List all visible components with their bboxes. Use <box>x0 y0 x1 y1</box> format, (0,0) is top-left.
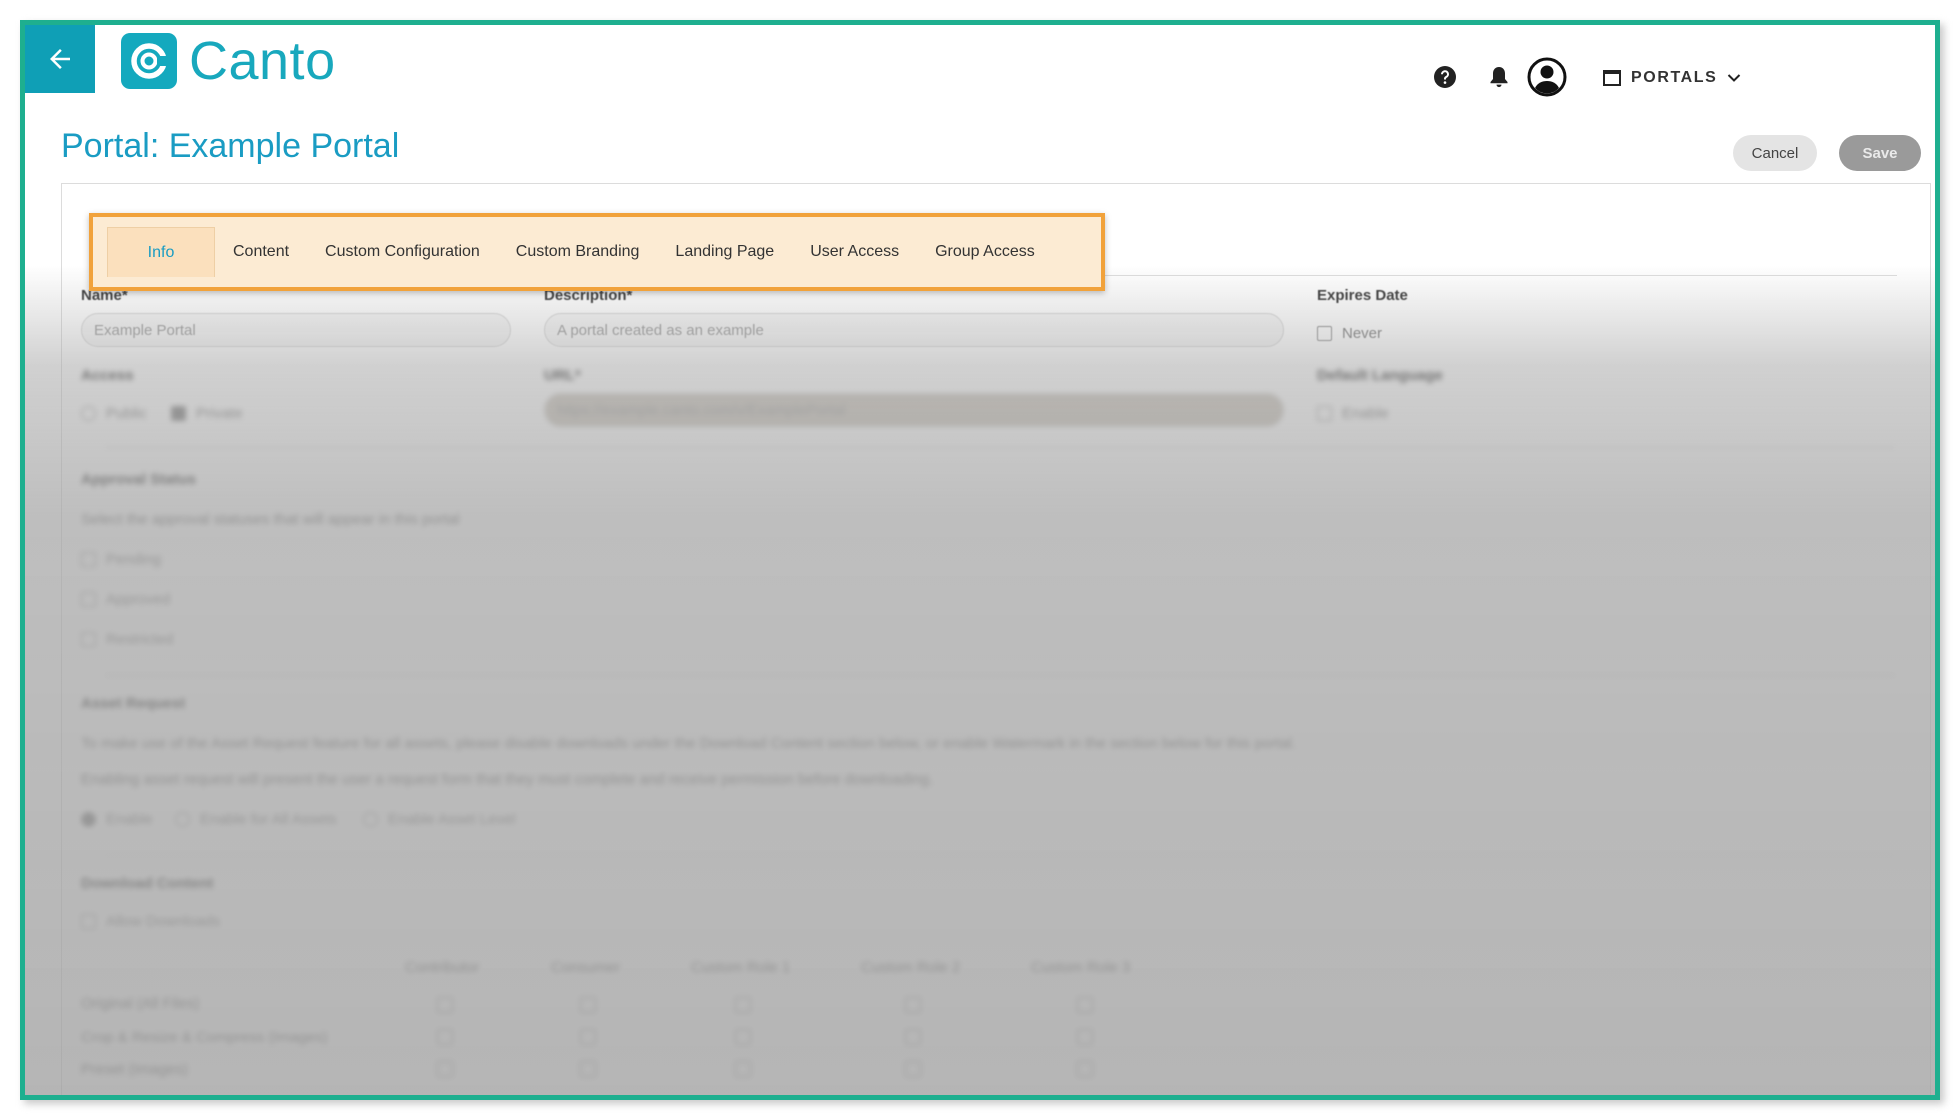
expires-never-label: Never <box>1342 325 1383 342</box>
download-column-header: Custom Role 1 <box>691 959 791 976</box>
radio-selected-icon <box>81 812 96 827</box>
radio-icon <box>175 812 190 827</box>
default-language-label: Default Language <box>1317 367 1443 384</box>
download-column-header: Custom Role 3 <box>1031 959 1131 976</box>
download-permission-checkbox[interactable] <box>1077 1061 1093 1077</box>
section-divider <box>105 675 1895 676</box>
portals-dropdown[interactable]: PORTALS <box>1603 65 1741 91</box>
checkbox-icon <box>1317 326 1332 341</box>
download-permission-checkbox[interactable] <box>437 1029 453 1045</box>
download-permission-checkbox[interactable] <box>580 997 596 1013</box>
download-permission-checkbox[interactable] <box>735 1029 751 1045</box>
download-permission-checkbox[interactable] <box>580 1061 596 1077</box>
download-permission-checkbox[interactable] <box>735 1061 751 1077</box>
default-language-option: Enable <box>1342 405 1389 422</box>
allow-downloads-label: Allow Downloads <box>106 913 221 930</box>
approval-option-label: Approved <box>106 591 171 608</box>
user-avatar-button[interactable] <box>1525 55 1569 99</box>
asset-request-enable-radio[interactable]: Enable <box>81 811 153 828</box>
checkbox-icon <box>1317 406 1332 421</box>
checkbox-icon <box>81 592 96 607</box>
download-row-label: Preset (Images) <box>81 1061 188 1078</box>
portals-label: PORTALS <box>1631 69 1718 86</box>
approval-option-label: Pending <box>106 551 162 568</box>
download-row-label: Original (All Files) <box>81 995 200 1012</box>
default-language-checkbox[interactable]: Enable <box>1317 405 1389 422</box>
user-avatar-icon <box>1527 57 1567 97</box>
approval-pending-checkbox[interactable]: Pending <box>81 551 161 568</box>
canto-logo: Canto <box>121 33 336 89</box>
checkbox-icon <box>81 914 96 929</box>
window-icon <box>1603 70 1621 86</box>
access-public-radio[interactable]: Public <box>81 405 147 422</box>
asset-request-option-label: Enable Asset Level <box>388 811 516 828</box>
portal-tabs: Info Content Custom Configuration Custom… <box>107 227 1053 277</box>
tab-content[interactable]: Content <box>215 227 307 277</box>
tab-user-access[interactable]: User Access <box>792 227 917 277</box>
asset-request-all-radio[interactable]: Enable for All Assets <box>175 811 337 828</box>
radio-icon <box>81 406 96 421</box>
url-input[interactable]: https://example.canto.com/v/ExamplePorta… <box>544 393 1284 427</box>
download-permission-checkbox[interactable] <box>580 1029 596 1045</box>
tab-custom-configuration[interactable]: Custom Configuration <box>307 227 498 277</box>
access-private-radio[interactable]: Private <box>171 405 243 422</box>
help-button[interactable] <box>1429 61 1461 93</box>
radio-selected-icon <box>171 406 186 421</box>
back-button[interactable] <box>25 25 95 93</box>
download-permission-checkbox[interactable] <box>1077 997 1093 1013</box>
access-public-label: Public <box>106 405 147 422</box>
url-label: URL* <box>544 367 581 384</box>
download-content-label: Download Content <box>81 875 214 892</box>
download-column-header: Contributor <box>405 959 480 976</box>
download-permission-checkbox[interactable] <box>1077 1029 1093 1045</box>
tab-landing-page[interactable]: Landing Page <box>657 227 792 277</box>
download-column-header: Custom Role 2 <box>861 959 961 976</box>
app-window: Canto PORTALS Portal: Example Portal Can… <box>20 20 1940 1100</box>
arrow-left-icon <box>50 49 70 69</box>
download-permission-checkbox[interactable] <box>905 1029 921 1045</box>
checkbox-icon <box>81 552 96 567</box>
description-input[interactable]: A portal created as an example <box>544 313 1284 347</box>
logo-text: Canto <box>189 31 336 91</box>
download-permission-checkbox[interactable] <box>905 997 921 1013</box>
save-button[interactable]: Save <box>1839 135 1921 171</box>
expires-never-checkbox[interactable]: Never <box>1317 325 1382 342</box>
tab-info[interactable]: Info <box>107 227 215 277</box>
access-label: Access <box>81 367 134 384</box>
access-private-label: Private <box>196 405 243 422</box>
tab-group-access[interactable]: Group Access <box>917 227 1053 277</box>
approval-approved-checkbox[interactable]: Approved <box>81 591 170 608</box>
asset-request-level-radio[interactable]: Enable Asset Level <box>363 811 516 828</box>
download-column-header: Consumer <box>551 959 621 976</box>
notifications-button[interactable] <box>1483 61 1515 93</box>
asset-request-option-label: Enable for All Assets <box>200 811 337 828</box>
name-input[interactable]: Example Portal <box>81 313 511 347</box>
approval-status-label: Approval Status <box>81 471 197 488</box>
checkbox-icon <box>81 632 96 647</box>
expires-date-label: Expires Date <box>1317 287 1408 304</box>
page-title: Portal: Example Portal <box>61 127 400 165</box>
approval-restricted-checkbox[interactable]: Restricted <box>81 631 174 648</box>
section-divider <box>105 447 1895 448</box>
download-permission-checkbox[interactable] <box>437 997 453 1013</box>
asset-request-option-label: Enable <box>106 811 153 828</box>
tab-custom-branding[interactable]: Custom Branding <box>498 227 658 277</box>
help-icon <box>1434 66 1456 88</box>
download-permission-checkbox[interactable] <box>735 997 751 1013</box>
radio-icon <box>363 812 378 827</box>
download-permission-checkbox[interactable] <box>905 1061 921 1077</box>
cancel-button[interactable]: Cancel <box>1733 135 1817 171</box>
download-row-label: Crop & Resize & Compress (Images) <box>81 1029 328 1046</box>
download-permission-checkbox[interactable] <box>437 1061 453 1077</box>
asset-request-help-1: To make use of the Asset Request feature… <box>81 735 1297 752</box>
allow-downloads-checkbox[interactable]: Allow Downloads <box>81 913 220 930</box>
approval-help-text: Select the approval statuses that will a… <box>81 511 460 528</box>
approval-option-label: Restricted <box>106 631 174 648</box>
canto-logo-mark-icon <box>121 33 177 89</box>
chevron-down-icon <box>1728 74 1741 82</box>
asset-request-label: Asset Request <box>81 695 186 712</box>
section-divider <box>105 855 1895 856</box>
asset-request-help-2: Enabling asset request will present the … <box>81 771 934 788</box>
bell-icon <box>1490 67 1508 88</box>
